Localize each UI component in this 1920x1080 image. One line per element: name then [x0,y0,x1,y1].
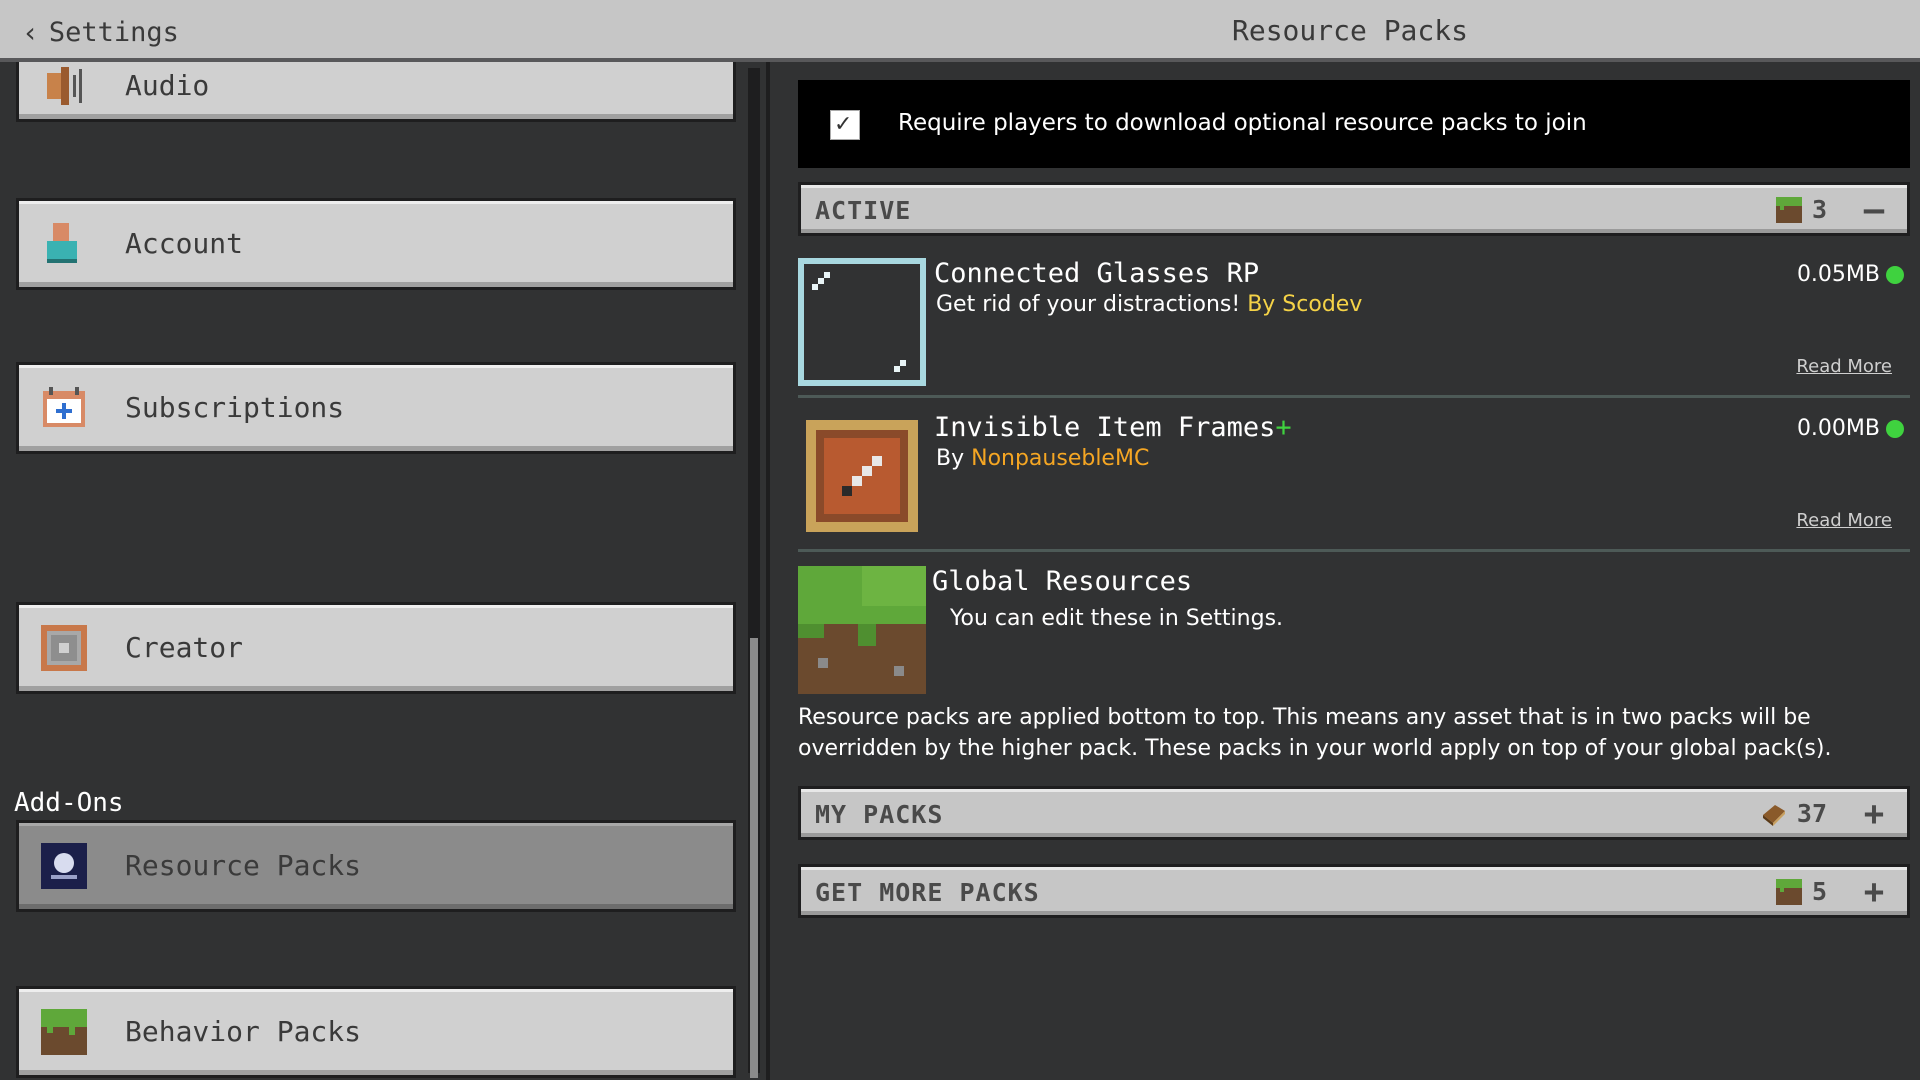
pack-item-connected-glasses[interactable]: Connected Glasses RP Get rid of your dis… [798,258,1910,398]
back-label: Settings [48,16,179,48]
divider [798,395,1910,398]
get-more-packs-section-header[interactable]: GET MORE PACKS 5 + [798,864,1910,918]
require-download-label: Require players to download optional res… [898,110,1587,136]
sidebar-item-behavior-packs[interactable]: Behavior Packs [16,986,736,1078]
scrollbar-thumb[interactable] [750,638,758,1078]
speaker-icon [47,67,82,105]
back-button[interactable]: ‹ Settings [22,12,179,52]
divider [798,549,1910,552]
description-prefix: By [936,446,972,471]
sidebar-item-subscriptions[interactable]: Subscriptions [16,362,736,454]
settings-sidebar: Audio Account Subscriptions Creator Add-… [0,62,770,1080]
expand-icon[interactable]: + [1855,795,1893,833]
read-more-link[interactable]: Read More [1796,510,1892,531]
resource-packs-panel: ✓ Require players to download optional r… [778,62,1920,1080]
pack-author[interactable]: By Scodev [1247,292,1362,317]
sidebar-item-label: Audio [125,69,210,102]
pack-name: Connected Glasses RP [934,258,1260,289]
top-bar: ‹ Settings Resource Packs [0,0,1920,62]
grass-block-icon [1775,196,1802,223]
grass-block-icon [1775,878,1802,905]
section-label: GET MORE PACKS [815,878,1040,907]
description-text: Get rid of your distractions! [936,292,1248,317]
grass-block-icon [41,1009,87,1055]
person-icon [47,223,77,263]
pack-count: 5 [1775,877,1827,906]
require-download-checkbox[interactable]: ✓ [830,110,860,140]
sidebar-item-account[interactable]: Account [16,198,736,290]
status-dot-icon [1886,265,1904,284]
count-value: 5 [1811,877,1827,906]
collapse-icon[interactable]: — [1855,191,1893,229]
sidebar-item-creator[interactable]: Creator [16,602,736,694]
sidebar-item-label: Creator [125,631,244,664]
section-label: MY PACKS [815,800,944,829]
size-value: 0.05MB [1796,262,1880,287]
grass-block-icon [798,566,926,694]
sidebar-item-label: Account [125,227,244,260]
pack-count: 37 [1761,799,1827,828]
pack-name-text: Invisible Item Frames [934,412,1276,443]
count-value: 3 [1811,195,1827,224]
plus-suffix: + [1275,412,1292,443]
info-text: Resource packs are applied bottom to top… [798,705,1832,761]
chevron-left-icon: ‹ [22,15,39,49]
sidebar-item-label: Behavior Packs [125,1015,362,1048]
pack-item-global-resources[interactable]: Global Resources You can edit these in S… [798,566,1910,696]
sidebar-item-label: Subscriptions [125,391,345,424]
page-title: Resource Packs [1231,14,1468,47]
pack-name: Invisible Item Frames+ [934,412,1292,443]
status-dot-icon [1886,419,1904,438]
count-value: 37 [1796,799,1827,828]
pack-description: You can edit these in Settings. [950,606,1284,631]
my-packs-section-header[interactable]: MY PACKS 37 + [798,786,1910,840]
require-download-option: ✓ Require players to download optional r… [798,80,1910,168]
book-icon [1762,804,1785,826]
pack-count: 3 [1775,195,1827,224]
pack-size: 0.00MB [1797,416,1904,441]
section-heading-addons: Add-Ons [14,788,124,818]
calendar-plus-icon [43,387,85,427]
pack-author[interactable]: NonpausebleMC [971,446,1149,471]
expand-icon[interactable]: + [1855,873,1893,911]
read-more-link[interactable]: Read More [1796,356,1892,377]
checkmark-icon: ✓ [834,112,853,137]
pack-name: Global Resources [932,566,1193,597]
sidebar-scrollbar[interactable] [748,68,760,1078]
size-value: 0.00MB [1796,416,1880,441]
sidebar-item-label: Resource Packs [125,849,362,882]
pack-description: Get rid of your distractions! By Scodev [936,292,1362,317]
pack-description: By NonpausebleMC [936,446,1149,471]
command-block-icon [41,625,87,671]
section-label: ACTIVE [815,196,912,225]
resource-pack-icon [41,843,87,889]
sidebar-item-resource-packs[interactable]: Resource Packs [16,820,736,912]
glass-pane-icon [798,258,926,386]
pack-size: 0.05MB [1797,262,1904,287]
pack-item-invisible-item-frames[interactable]: Invisible Item Frames+ By NonpausebleMC … [798,412,1910,552]
sidebar-item-audio[interactable]: Audio [16,62,736,122]
active-section-header[interactable]: ACTIVE 3 — [798,182,1910,236]
item-frame-icon [806,420,918,532]
